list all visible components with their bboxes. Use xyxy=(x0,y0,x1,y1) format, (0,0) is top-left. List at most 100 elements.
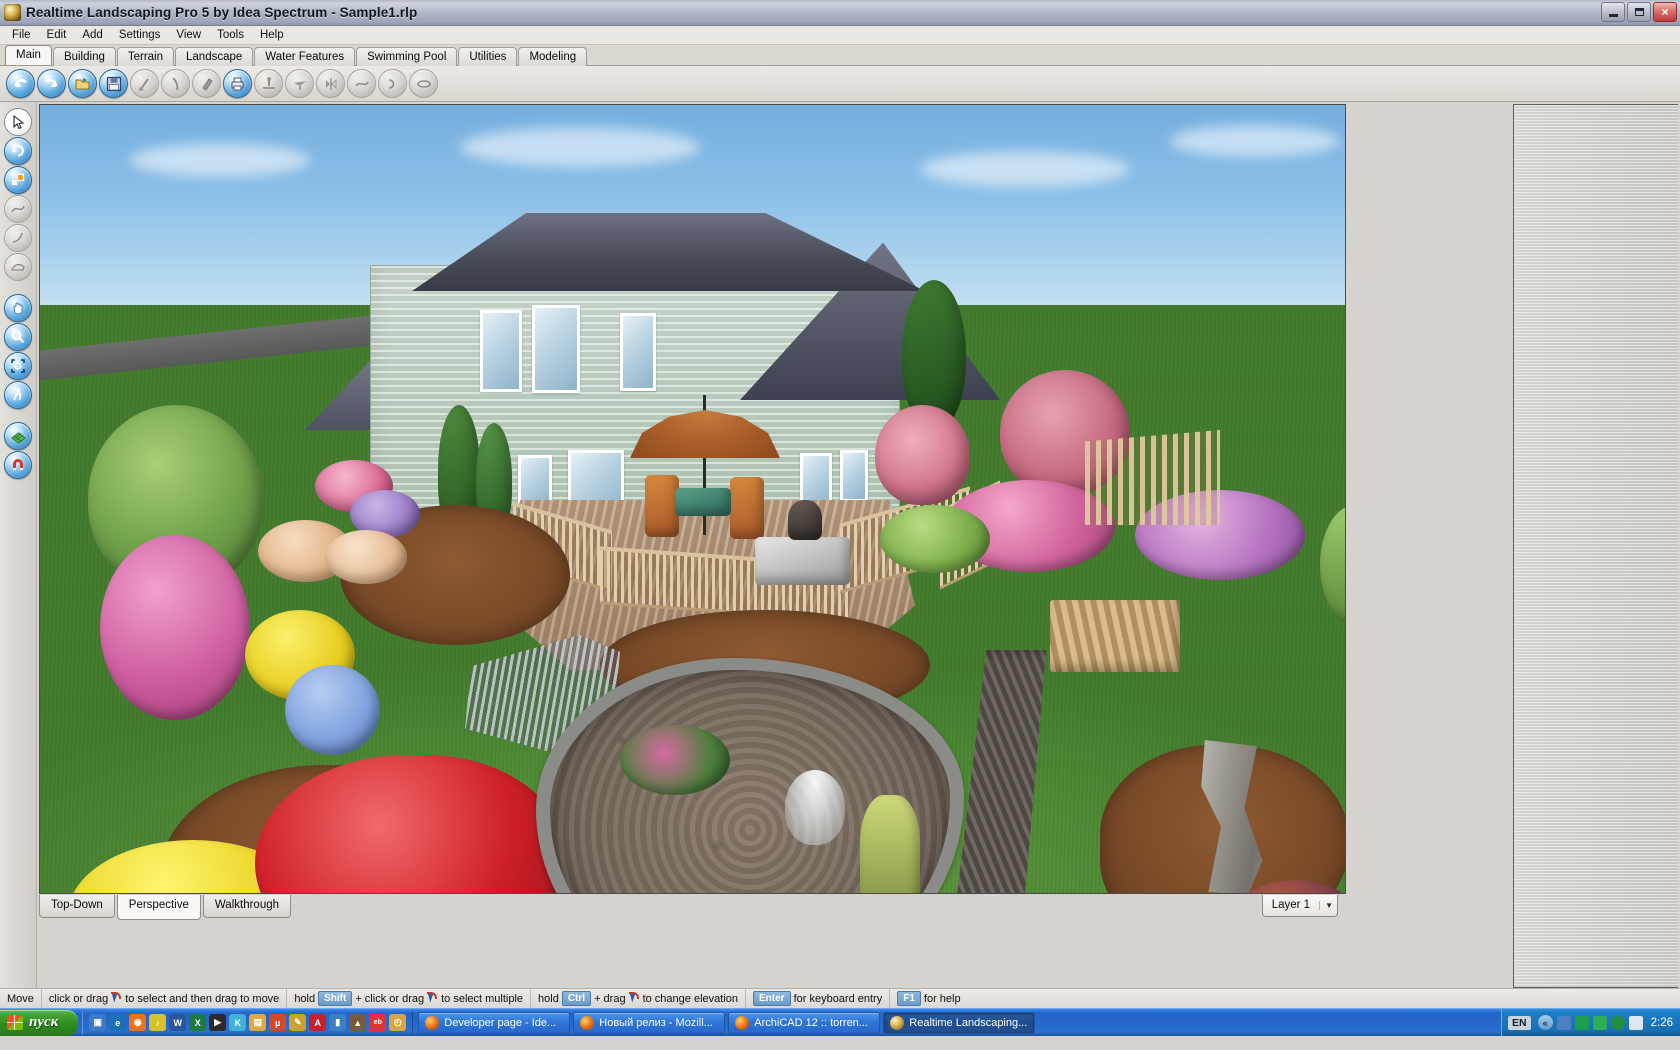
system-clock[interactable]: 2:26 xyxy=(1651,1017,1673,1029)
view-tab-top-down[interactable]: Top-Down xyxy=(39,895,115,918)
zoom-extents-button[interactable] xyxy=(4,352,32,380)
usb-icon[interactable]: ▮ xyxy=(329,1014,347,1031)
picture-icon[interactable]: ▲ xyxy=(349,1014,367,1031)
grade-tool-button[interactable] xyxy=(285,69,314,98)
layer-selector[interactable]: Layer 1 ▼ xyxy=(1261,895,1338,917)
menu-item-edit[interactable]: Edit xyxy=(39,28,75,42)
menu-item-view[interactable]: View xyxy=(168,28,209,42)
tab-landscape[interactable]: Landscape xyxy=(175,47,254,66)
scale-tool-button[interactable] xyxy=(4,166,32,194)
excel-icon[interactable]: X xyxy=(189,1014,207,1031)
select-tool-button[interactable] xyxy=(4,108,32,136)
menu-item-settings[interactable]: Settings xyxy=(111,28,169,42)
window-controls: × xyxy=(1601,2,1677,22)
walk-tool-button[interactable] xyxy=(4,381,32,409)
dimension-tool-button[interactable] xyxy=(130,69,159,98)
hint-elev-mid: + drag xyxy=(594,992,626,1005)
status-mode-label: Move xyxy=(7,992,34,1005)
status-hint-keyboard: Enter for keyboard entry xyxy=(746,989,891,1008)
winamp-icon[interactable]: ♪ xyxy=(149,1014,167,1031)
mouse-cursor-icon xyxy=(111,992,122,1005)
system-tray: EN « 2:26 xyxy=(1501,1009,1680,1036)
show-desktop-icon[interactable]: ▣ xyxy=(89,1014,107,1031)
smooth-button[interactable] xyxy=(347,69,376,98)
region-tool-button[interactable] xyxy=(4,253,32,281)
explorer-folder-icon[interactable]: ▤ xyxy=(249,1014,267,1031)
tab-main[interactable]: Main xyxy=(5,45,52,65)
print-button[interactable] xyxy=(223,69,252,98)
tab-utilities[interactable]: Utilities xyxy=(458,47,518,66)
menu-item-tools[interactable]: Tools xyxy=(209,28,252,42)
save-button[interactable] xyxy=(99,69,128,98)
snap-tool-button[interactable] xyxy=(4,451,32,479)
curve-tool-button[interactable] xyxy=(4,195,32,223)
house-window-lower-left xyxy=(518,455,552,507)
rotate-button[interactable] xyxy=(378,69,407,98)
chevron-left-icon[interactable]: « xyxy=(1537,1015,1553,1030)
start-button[interactable]: пуск xyxy=(0,1009,79,1036)
restore-icon xyxy=(1634,8,1644,16)
menu-item-file[interactable]: File xyxy=(4,28,39,42)
menu-item-help[interactable]: Help xyxy=(252,28,292,42)
tab-terrain[interactable]: Terrain xyxy=(116,47,175,66)
status-mode: Move xyxy=(0,989,42,1008)
design-viewport-3d[interactable]: Orbit Zoom Pan Height xyxy=(39,104,1346,894)
taskbar-window-archicad[interactable]: ArchiCAD 12 :: torren... xyxy=(728,1011,881,1034)
terrain-tool-button[interactable] xyxy=(254,69,283,98)
hint-multi-pre: hold xyxy=(294,992,316,1005)
wall-tool-button[interactable] xyxy=(192,69,221,98)
taskbar-window-realtime-landscaping[interactable]: Realtime Landscaping... xyxy=(883,1011,1036,1034)
antivirus-icon[interactable] xyxy=(1574,1015,1589,1030)
nod32-icon[interactable] xyxy=(1592,1015,1607,1030)
patio-chair-right xyxy=(730,477,764,539)
utorrent-icon[interactable]: µ xyxy=(269,1014,287,1031)
view-tab-perspective[interactable]: Perspective xyxy=(116,895,201,920)
ebay-icon[interactable]: eb xyxy=(369,1014,387,1031)
mail-icon[interactable] xyxy=(1628,1015,1643,1030)
language-indicator[interactable]: EN xyxy=(1508,1015,1531,1030)
spin-button[interactable] xyxy=(409,69,438,98)
tab-modeling[interactable]: Modeling xyxy=(518,47,588,66)
close-button[interactable]: × xyxy=(1653,2,1677,22)
pond-reeds xyxy=(860,795,920,893)
tab-building[interactable]: Building xyxy=(52,47,116,66)
start-button-label: пуск xyxy=(29,1014,59,1030)
open-button[interactable] xyxy=(68,69,97,98)
rotate-view-button[interactable] xyxy=(4,137,32,165)
line-tool-button[interactable] xyxy=(4,224,32,252)
taskbar-window-novy-reliz[interactable]: Новый релиз - Mozill... xyxy=(573,1011,726,1034)
hint-elev-pre: hold xyxy=(538,992,559,1005)
taskbar-window-label: Realtime Landscaping... xyxy=(909,1016,1028,1029)
zoom-tool-button[interactable] xyxy=(4,323,32,351)
mirror-button[interactable] xyxy=(316,69,345,98)
network-icon[interactable] xyxy=(1556,1015,1571,1030)
chevron-down-icon[interactable]: ▼ xyxy=(1319,900,1333,910)
media-player-icon[interactable]: ▶ xyxy=(209,1014,227,1031)
status-bar: Move click or drag to select and then dr… xyxy=(0,988,1680,1008)
update-icon[interactable] xyxy=(1610,1015,1625,1030)
status-hint-elevation: hold Ctrl + drag to change elevation xyxy=(531,989,746,1008)
clock-icon[interactable]: ◴ xyxy=(389,1014,407,1031)
minimize-button[interactable] xyxy=(1601,2,1625,22)
key-enter: Enter xyxy=(753,991,791,1006)
status-hint-help: F1 for help xyxy=(890,989,967,1008)
acrobat-icon[interactable]: A xyxy=(309,1014,327,1031)
pan-tool-button[interactable] xyxy=(4,294,32,322)
taskbar-window-developer-page[interactable]: Developer page - Ide... xyxy=(418,1011,571,1034)
title-bar: Realtime Landscaping Pro 5 by Idea Spect… xyxy=(0,0,1680,26)
undo-button[interactable] xyxy=(6,69,35,98)
tab-swimming-pool[interactable]: Swimming Pool xyxy=(356,47,458,66)
grid-tool-button[interactable] xyxy=(4,422,32,450)
view-tab-walkthrough[interactable]: Walkthrough xyxy=(202,895,292,918)
blue-salvia xyxy=(285,665,380,755)
restore-button[interactable] xyxy=(1627,2,1651,22)
firefox-icon[interactable]: ◉ xyxy=(129,1014,147,1031)
internet-explorer-icon[interactable]: e xyxy=(109,1014,127,1031)
paint-icon[interactable]: ✎ xyxy=(289,1014,307,1031)
tab-water-features[interactable]: Water Features xyxy=(254,47,356,66)
redo-button[interactable] xyxy=(37,69,66,98)
menu-item-add[interactable]: Add xyxy=(74,28,110,42)
measure-tool-button[interactable] xyxy=(161,69,190,98)
word-icon[interactable]: W xyxy=(169,1014,187,1031)
k-lite-icon[interactable]: K xyxy=(229,1014,247,1031)
